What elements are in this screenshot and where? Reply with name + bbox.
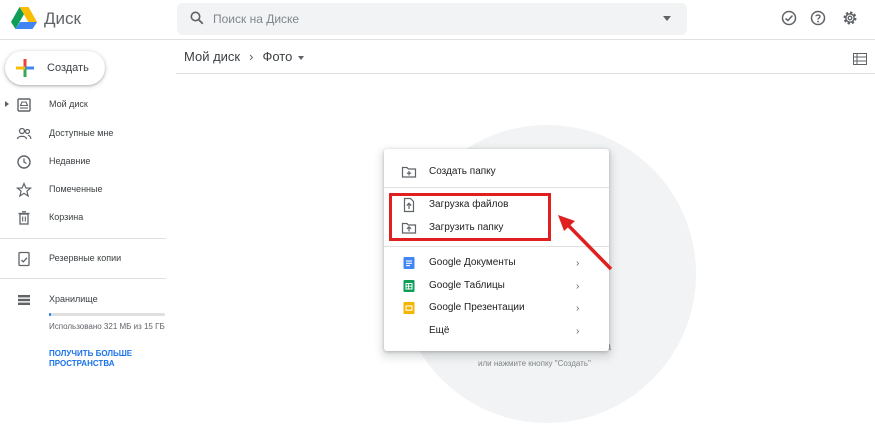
google-docs-icon bbox=[401, 255, 417, 276]
main-header-divider bbox=[176, 73, 875, 74]
menu-item-new-folder[interactable]: Создать папку bbox=[384, 161, 609, 183]
sidebar-item-shared[interactable]: Доступные мне bbox=[0, 123, 170, 145]
menu-item-google-slides[interactable]: Google Презентации › bbox=[384, 297, 609, 319]
menu-item-more[interactable]: Ещё › bbox=[384, 320, 609, 342]
expand-arrow-icon[interactable] bbox=[5, 101, 9, 107]
sidebar-item-label: Помеченные bbox=[49, 184, 103, 194]
google-drive-logo-icon[interactable] bbox=[11, 7, 37, 34]
create-button-label: Создать bbox=[47, 62, 89, 74]
red-pointer-arrow-icon bbox=[555, 213, 615, 278]
sidebar-item-trash[interactable]: Корзина bbox=[0, 207, 170, 229]
menu-item-label: Google Таблицы bbox=[429, 280, 505, 291]
menu-item-label: Google Презентации bbox=[429, 302, 525, 313]
sidebar-item-label: Мой диск bbox=[49, 99, 88, 109]
get-more-storage-link[interactable]: ПОЛУЧИТЬ БОЛЬШЕ ПРОСТРАНСТВА bbox=[49, 349, 159, 369]
settings-gear-icon[interactable] bbox=[841, 9, 859, 27]
star-icon bbox=[15, 181, 33, 203]
empty-state-hint: или нажмите кнопку "Создать" bbox=[478, 359, 591, 368]
sidebar-item-label: Корзина bbox=[49, 212, 84, 222]
storage-usage-bar bbox=[49, 313, 165, 316]
sidebar-item-label: Резервные копии bbox=[49, 253, 122, 263]
new-folder-icon bbox=[401, 164, 417, 185]
search-input[interactable] bbox=[213, 7, 633, 31]
menu-item-label: Google Документы bbox=[429, 257, 516, 268]
sidebar-item-label: Доступные мне bbox=[49, 128, 114, 138]
create-button[interactable]: Создать bbox=[5, 51, 105, 85]
backups-icon bbox=[16, 251, 32, 272]
sidebar-item-storage[interactable]: Хранилище bbox=[0, 289, 170, 311]
breadcrumb: Мой диск › Фото bbox=[184, 49, 305, 64]
sidebar-divider bbox=[0, 278, 166, 279]
sidebar-item-label: Хранилище bbox=[49, 294, 98, 304]
trash-icon bbox=[16, 210, 32, 231]
google-slides-icon bbox=[401, 300, 417, 321]
breadcrumb-separator-icon: › bbox=[249, 49, 254, 64]
upload-options-highlight bbox=[389, 193, 551, 241]
storage-usage-text: Использовано 321 МБ из 15 ГБ bbox=[49, 322, 165, 331]
app-title[interactable]: Диск bbox=[44, 9, 81, 29]
list-view-icon[interactable] bbox=[853, 52, 867, 70]
search-options-dropdown-icon[interactable] bbox=[663, 16, 671, 21]
top-bar: Диск bbox=[0, 0, 875, 40]
sidebar-divider bbox=[0, 238, 166, 239]
breadcrumb-current-folder[interactable]: Фото bbox=[262, 49, 292, 64]
menu-divider bbox=[384, 187, 609, 188]
menu-item-google-sheets[interactable]: Google Таблицы › bbox=[384, 275, 609, 297]
submenu-chevron-icon: › bbox=[576, 326, 580, 337]
search-bar[interactable] bbox=[177, 3, 687, 35]
my-drive-icon bbox=[16, 97, 32, 118]
search-icon[interactable] bbox=[190, 11, 204, 30]
offline-status-icon[interactable] bbox=[780, 9, 798, 27]
help-icon[interactable] bbox=[809, 9, 827, 27]
breadcrumb-root[interactable]: Мой диск bbox=[184, 49, 240, 64]
storage-usage-fill bbox=[49, 313, 52, 316]
google-sheets-icon bbox=[401, 278, 417, 299]
shared-with-me-icon bbox=[16, 126, 32, 147]
recent-clock-icon bbox=[16, 154, 32, 175]
submenu-chevron-icon: › bbox=[576, 303, 580, 314]
sidebar-item-backups[interactable]: Резервные копии bbox=[0, 248, 170, 270]
submenu-chevron-icon: › bbox=[576, 281, 580, 292]
storage-icon bbox=[16, 292, 32, 313]
sidebar-item-my-drive[interactable]: Мой диск bbox=[0, 94, 170, 116]
folder-dropdown-icon[interactable] bbox=[298, 55, 305, 60]
sidebar-item-label: Недавние bbox=[49, 156, 91, 166]
plus-icon bbox=[16, 59, 34, 82]
menu-item-label: Создать папку bbox=[429, 166, 496, 177]
menu-item-label: Ещё bbox=[429, 325, 450, 336]
sidebar-item-recent[interactable]: Недавние bbox=[0, 151, 170, 173]
sidebar-item-starred[interactable]: Помеченные bbox=[0, 179, 170, 201]
